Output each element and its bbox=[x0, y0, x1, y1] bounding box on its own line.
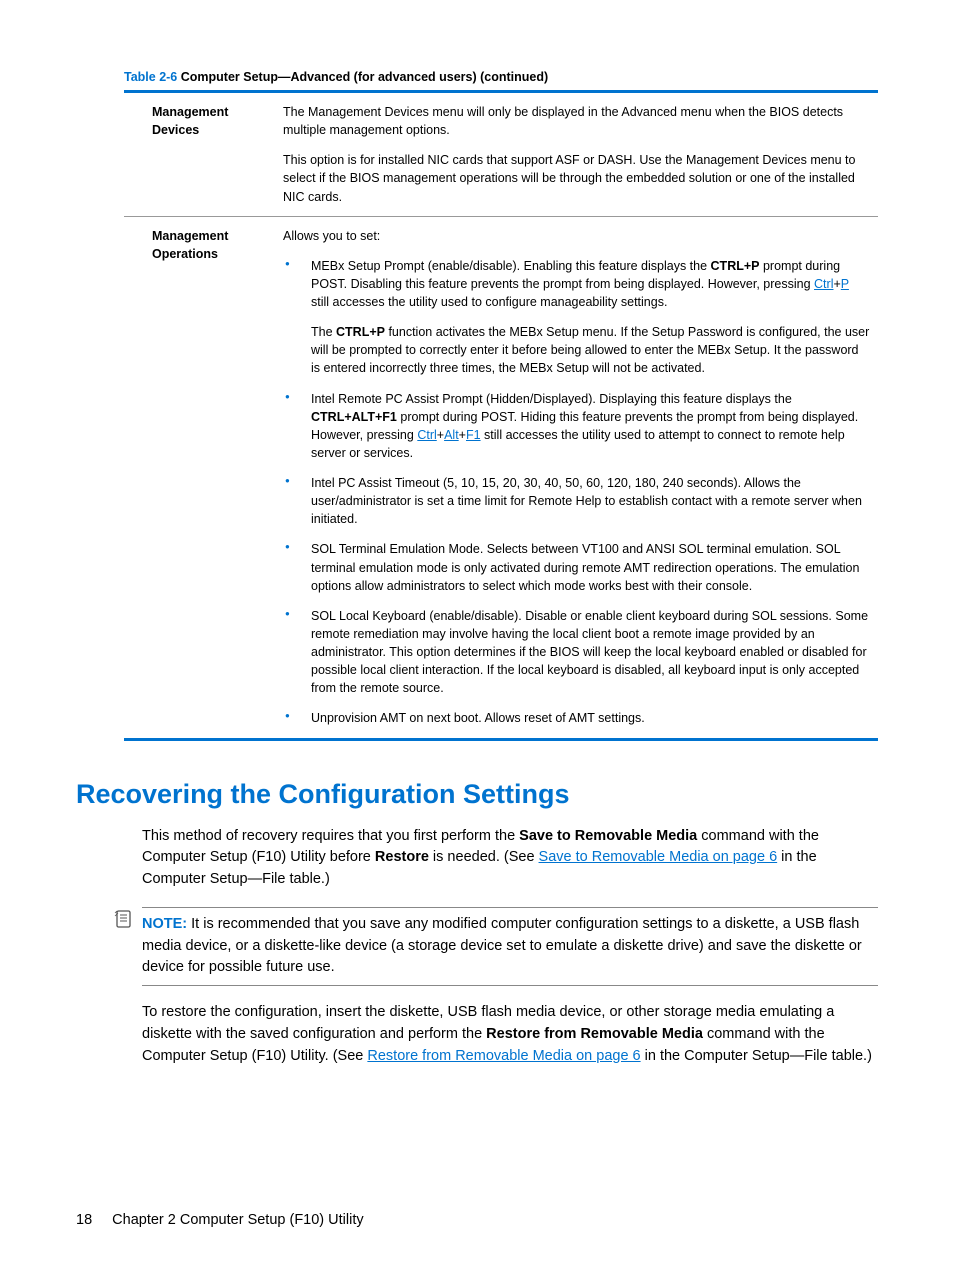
text: MEBx Setup Prompt (enable/disable). Enab… bbox=[311, 259, 711, 273]
paragraph: Allows you to set: bbox=[283, 227, 870, 245]
list-item: Intel Remote PC Assist Prompt (Hidden/Di… bbox=[283, 390, 870, 463]
table-row: Management Operations Allows you to set:… bbox=[124, 216, 878, 739]
row-content: Allows you to set: MEBx Setup Prompt (en… bbox=[279, 216, 878, 739]
note-text: NOTE: It is recommended that you save an… bbox=[142, 907, 878, 986]
text: This method of recovery requires that yo… bbox=[142, 828, 519, 844]
paragraph: MEBx Setup Prompt (enable/disable). Enab… bbox=[311, 257, 870, 311]
bold-text: CTRL+ALT+F1 bbox=[311, 410, 397, 424]
paragraph: This method of recovery requires that yo… bbox=[76, 826, 878, 891]
page-number: 18 bbox=[76, 1212, 92, 1228]
table-caption: Table 2-6 Computer Setup—Advanced (for a… bbox=[76, 70, 878, 84]
list-item: SOL Terminal Emulation Mode. Selects bet… bbox=[283, 540, 870, 594]
paragraph: The CTRL+P function activates the MEBx S… bbox=[311, 323, 870, 377]
bullet-list: MEBx Setup Prompt (enable/disable). Enab… bbox=[283, 257, 870, 728]
text: is needed. (See bbox=[429, 849, 539, 865]
row-content: The Management Devices menu will only be… bbox=[279, 92, 878, 217]
key-link: F1 bbox=[466, 428, 481, 442]
table-title: Computer Setup—Advanced (for advanced us… bbox=[181, 70, 548, 84]
bold-text: CTRL+P bbox=[336, 325, 385, 339]
text: still accesses the utility used to confi… bbox=[311, 295, 667, 309]
text: + bbox=[833, 277, 840, 291]
key-link: P bbox=[841, 277, 849, 291]
row-label: Management Operations bbox=[124, 216, 279, 739]
section-heading: Recovering the Configuration Settings bbox=[76, 779, 878, 810]
key-link: Ctrl bbox=[417, 428, 436, 442]
bold-text: Restore from Removable Media bbox=[486, 1026, 703, 1042]
list-item: MEBx Setup Prompt (enable/disable). Enab… bbox=[283, 257, 870, 378]
note-block: NOTE: It is recommended that you save an… bbox=[76, 907, 878, 986]
table-row: Management Devices The Management Device… bbox=[124, 92, 878, 217]
text: in the Computer Setup—File table.) bbox=[641, 1048, 872, 1064]
bold-text: CTRL+P bbox=[711, 259, 760, 273]
list-item: Unprovision AMT on next boot. Allows res… bbox=[283, 709, 870, 727]
text: The bbox=[311, 325, 336, 339]
text: Intel Remote PC Assist Prompt (Hidden/Di… bbox=[311, 392, 792, 406]
list-item: Intel PC Assist Timeout (5, 10, 15, 20, … bbox=[283, 474, 870, 528]
page-footer: 18 Chapter 2 Computer Setup (F10) Utilit… bbox=[76, 1212, 364, 1228]
key-link: Ctrl bbox=[814, 277, 833, 291]
table-number: Table 2-6 bbox=[124, 70, 177, 84]
text: It is recommended that you save any modi… bbox=[142, 916, 862, 976]
setup-table: Management Devices The Management Device… bbox=[124, 90, 878, 741]
xref-link[interactable]: Save to Removable Media on page 6 bbox=[539, 849, 778, 865]
bold-text: Save to Removable Media bbox=[519, 828, 697, 844]
row-label: Management Devices bbox=[124, 92, 279, 217]
text: function activates the MEBx Setup menu. … bbox=[311, 325, 869, 375]
key-link: Alt bbox=[444, 428, 459, 442]
bold-text: Restore bbox=[375, 849, 429, 865]
paragraph: This option is for installed NIC cards t… bbox=[283, 151, 870, 205]
paragraph: The Management Devices menu will only be… bbox=[283, 103, 870, 139]
paragraph: To restore the configuration, insert the… bbox=[76, 1002, 878, 1067]
xref-link[interactable]: Restore from Removable Media on page 6 bbox=[367, 1048, 640, 1064]
note-icon bbox=[114, 909, 134, 929]
note-label: NOTE: bbox=[142, 916, 187, 932]
chapter-title: Chapter 2 Computer Setup (F10) Utility bbox=[112, 1212, 363, 1228]
list-item: SOL Local Keyboard (enable/disable). Dis… bbox=[283, 607, 870, 698]
